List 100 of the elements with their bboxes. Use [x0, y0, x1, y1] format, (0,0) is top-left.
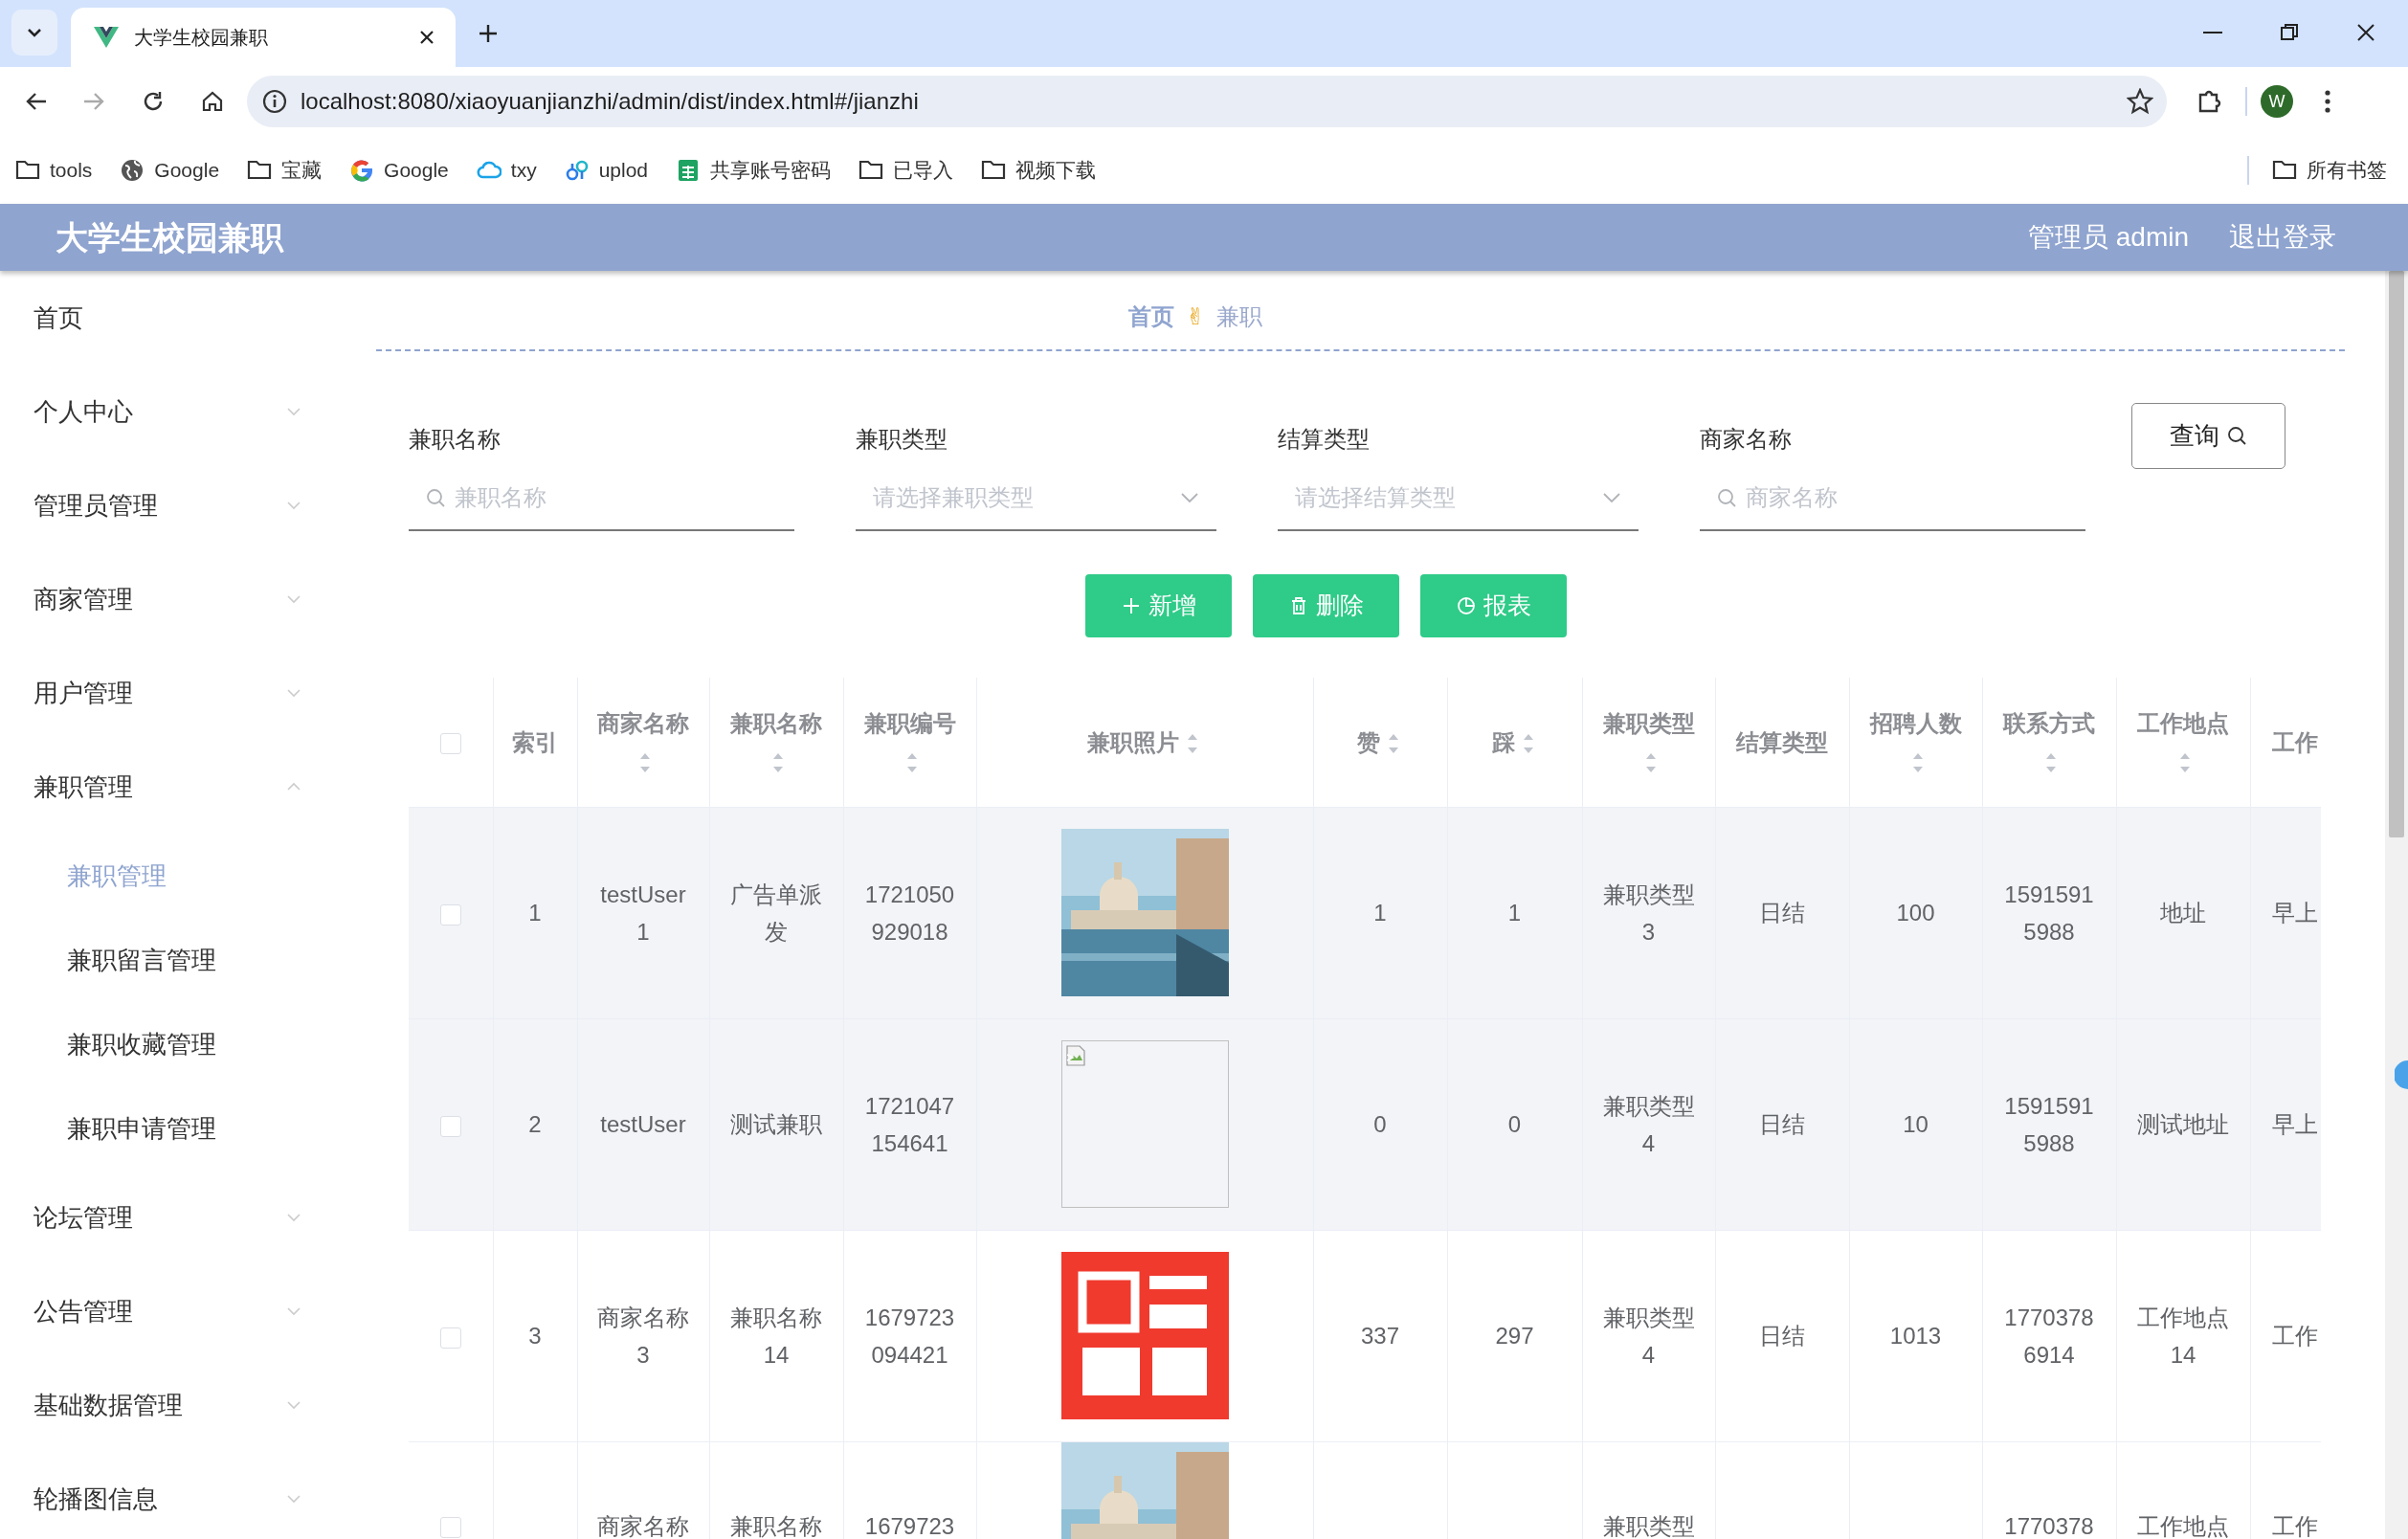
table-cell: 0: [1507, 1111, 1522, 1137]
bookmark-link[interactable]: 已导入: [858, 154, 954, 186]
table-cell: 日结: [1759, 900, 1805, 926]
close-icon: [419, 30, 435, 45]
table-cell: 15915915988: [2004, 881, 2094, 945]
sidebar-subitem[interactable]: 兼职申请管理: [67, 1109, 216, 1148]
search-icon: [426, 488, 445, 507]
chevron-down-icon[interactable]: [1180, 492, 1199, 503]
sidebar-item[interactable]: 管理员管理: [33, 486, 158, 524]
table-cell: 日结: [1759, 1323, 1805, 1349]
table-cell: testUser: [600, 1111, 686, 1137]
restore-icon: [2280, 23, 2299, 42]
plus-icon: [479, 24, 498, 43]
table-cell: 297: [1495, 1323, 1534, 1349]
table-cell: 100: [1896, 900, 1935, 926]
sidebar-subitem[interactable]: 兼职留言管理: [67, 941, 216, 979]
row-checkbox[interactable]: [439, 1517, 461, 1539]
chevron-down-icon: [26, 27, 43, 38]
row-checkbox[interactable]: [439, 1327, 461, 1349]
star-icon[interactable]: [2127, 88, 2153, 115]
scrollbar-thumb[interactable]: [2389, 271, 2404, 837]
bookmark-link[interactable]: 共享账号密码: [676, 154, 832, 186]
table-row[interactable]: 2 testUser 测试兼职 1721047154641 0 0 兼职类型4 日结 10 15915915988 测试地址 早上: [409, 1018, 2321, 1230]
bookmark-link[interactable]: tools: [15, 154, 93, 186]
chevron-down-icon[interactable]: [1602, 492, 1621, 503]
address-bar[interactable]: localhost:8080/xiaoyuanjianzhi/admin/dist/index.html#/jianzhi: [247, 76, 2167, 127]
row-checkbox[interactable]: [439, 1115, 461, 1137]
sidebar-subitem[interactable]: 兼职收藏管理: [67, 1025, 216, 1063]
pie-chart-icon: [1456, 596, 1476, 615]
bookmark-link[interactable]: uplod: [564, 154, 649, 186]
search-icon: [2226, 425, 2248, 447]
minimize-icon: [2203, 32, 2222, 33]
table-cell: 兼职类型4: [1602, 1092, 1695, 1156]
table-cell: 日结: [1759, 1111, 1805, 1137]
tab-title: 大学生校园兼职: [134, 26, 269, 50]
table-cell: 337: [1360, 1323, 1399, 1349]
reload-icon: [142, 90, 165, 113]
row-checkbox[interactable]: [439, 903, 461, 926]
select-field[interactable]: 请选择兼职类型: [873, 480, 1171, 515]
query-button[interactable]: 查询: [2131, 403, 2285, 469]
bookmark-link[interactable]: txy: [476, 154, 537, 186]
bookmark-link[interactable]: 视频下载: [981, 154, 1097, 186]
column-header: 索引: [512, 728, 558, 755]
filter-label: 结算类型: [1278, 425, 1371, 454]
sidebar-item[interactable]: 用户管理: [33, 674, 133, 712]
table-cell: 广告单派发: [730, 881, 822, 945]
table-cell: 测试兼职: [730, 1111, 822, 1137]
table-cell: 工作地点: [2137, 1512, 2229, 1539]
app-title: 大学生校园兼职: [56, 217, 283, 257]
sidebar-item[interactable]: 商家管理: [33, 580, 133, 618]
table-cell: 1: [1373, 900, 1387, 926]
table-cell: testUser1: [600, 881, 686, 945]
select-field[interactable]: 请选择结算类型: [1295, 480, 1593, 515]
table-cell: 工作: [2271, 1323, 2318, 1349]
scrollbar[interactable]: [2385, 271, 2408, 1539]
sidebar-item[interactable]: 公告管理: [33, 1292, 133, 1330]
select-all-checkbox[interactable]: [439, 733, 461, 755]
table-cell: 商家名称: [597, 1512, 689, 1539]
sidebar-item[interactable]: 兼职管理: [33, 768, 133, 806]
table-cell: 17703786914: [2004, 1304, 2094, 1368]
table-cell: 3: [528, 1323, 542, 1349]
info-icon[interactable]: [262, 89, 287, 114]
browser-tab[interactable]: 大学生校园兼职: [71, 8, 456, 67]
breadcrumb-separator: ✌: [1186, 302, 1206, 331]
table-cell: 地址: [2160, 900, 2206, 926]
table-cell: 1721050929018: [864, 881, 955, 945]
broken-image-icon: [1065, 1045, 1085, 1066]
search-field[interactable]: 商家名称: [1746, 480, 2068, 515]
table-row[interactable]: 1 testUser1 广告单派发 1721050929018 1 1 兼职类型3 日结 100 15915915988 地址 早上: [409, 807, 2321, 1018]
search-field[interactable]: 兼职名称: [455, 480, 777, 515]
sidebar-item[interactable]: 论坛管理: [33, 1198, 133, 1237]
bookmark-link[interactable]: Google: [120, 154, 220, 186]
filter-label: 兼职名称: [409, 425, 502, 454]
table-cell: 商家名称3: [597, 1304, 689, 1368]
bookmark-link[interactable]: 宝藏: [247, 154, 323, 186]
table-cell: 1013: [1889, 1323, 1942, 1349]
close-icon: [2356, 23, 2375, 42]
table-cell: 1770378: [2004, 1512, 2094, 1539]
sidebar-item[interactable]: 个人中心: [33, 392, 133, 431]
sidebar-item[interactable]: 基础数据管理: [33, 1386, 183, 1424]
sidebar-item[interactable]: 轮播图信息: [33, 1480, 158, 1518]
all-bookmarks-link[interactable]: 所有书签: [2272, 154, 2387, 186]
profile-avatar[interactable]: W: [2261, 85, 2293, 118]
table-cell: 早上: [2271, 900, 2318, 926]
url-text: localhost:8080/xiaoyuanjianzhi/admin/dist/index.html#/jianzhi: [301, 87, 920, 116]
table-cell: 15915915988: [2004, 1092, 2094, 1156]
table-cell: 1721047154641: [864, 1092, 955, 1156]
table-cell: 兼职名称: [730, 1512, 822, 1539]
table-cell: 早上: [2271, 1111, 2318, 1137]
kebab-menu-icon: [2324, 89, 2331, 114]
table-row[interactable]: 3 商家名称3 兼职名称14 1679723094421 337 297 兼职类型4 日结 1013 17703786914 工作地点14 工作: [409, 1230, 2321, 1441]
tab-list-button[interactable]: [11, 10, 57, 56]
table-cell: 1679723: [864, 1512, 955, 1539]
bookmark-link[interactable]: Google: [349, 154, 449, 186]
sidebar-item[interactable]: 首页: [33, 299, 83, 337]
plus-icon: [1121, 596, 1141, 615]
table-row[interactable]: 商家名称 兼职名称 1679723 兼职类型 1770378 工作地点 工作: [409, 1441, 2321, 1539]
table-cell: 兼职类型3: [1602, 881, 1695, 945]
table-cell: 1679723094421: [864, 1304, 955, 1368]
filter-label: 商家名称: [1700, 425, 1793, 454]
